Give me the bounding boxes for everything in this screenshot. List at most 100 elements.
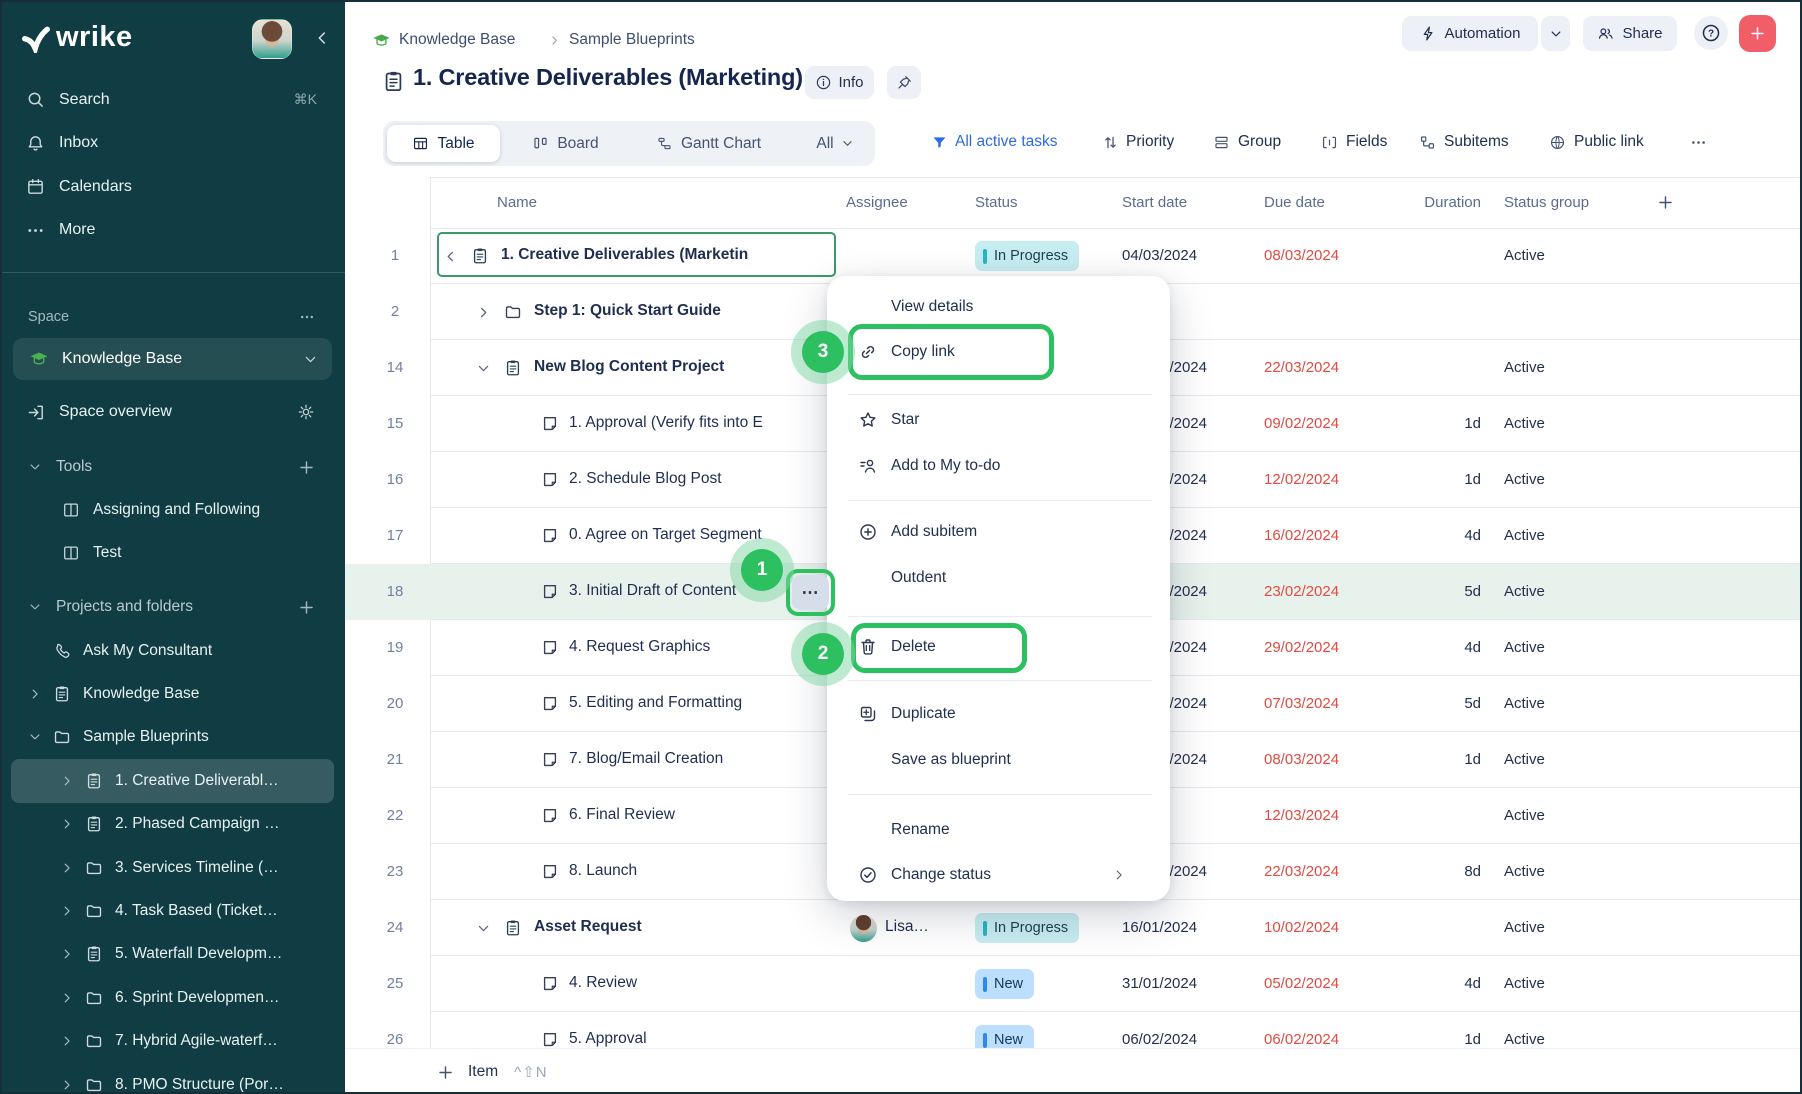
chevron-right-icon[interactable] <box>60 774 74 788</box>
sidebar-item-test[interactable]: Test <box>0 531 345 574</box>
sidebar-collapse-icon[interactable] <box>313 29 331 47</box>
sidebar-item-8-pmo-structure-por[interactable]: 8. PMO Structure (Por… <box>11 1063 334 1094</box>
sidebar-item-2-phased-campaign[interactable]: 2. Phased Campaign … <box>11 803 334 846</box>
filter-active-tasks[interactable]: All active tasks <box>955 133 1058 151</box>
column-header-start-date[interactable]: Start date <box>1122 194 1187 211</box>
tab-table[interactable]: Table <box>387 125 500 162</box>
assignee-avatar[interactable] <box>850 915 877 942</box>
menu-item-star[interactable]: Star <box>847 400 1156 440</box>
chevron-right-icon[interactable] <box>60 947 74 961</box>
subitems-control[interactable]: Subitems <box>1444 133 1509 151</box>
row-chevron-right-icon[interactable] <box>476 305 491 320</box>
fields-control[interactable]: Fields <box>1346 133 1387 151</box>
sidebar-item-inbox[interactable]: Inbox <box>0 122 345 166</box>
row-number: 14 <box>367 359 423 376</box>
table-row-25[interactable]: 254. ReviewNew31/01/202405/02/20244dActi… <box>345 956 1802 1012</box>
breadcrumb-folder[interactable]: Sample Blueprints <box>569 31 695 49</box>
row-chevron-down-icon[interactable] <box>476 361 491 376</box>
chevron-right-icon[interactable] <box>60 817 74 831</box>
column-header-due-date[interactable]: Due date <box>1264 194 1325 211</box>
user-avatar[interactable] <box>252 19 292 59</box>
tab-all-views[interactable]: All <box>801 125 869 162</box>
sidebar-item-more[interactable]: More <box>0 209 345 253</box>
space-selector[interactable]: Knowledge Base <box>13 338 332 380</box>
column-header-status[interactable]: Status <box>975 194 1018 211</box>
column-header-duration[interactable]: Duration <box>1385 194 1481 211</box>
pin-button[interactable] <box>887 66 921 99</box>
sidebar-item-6-sprint-developmen[interactable]: 6. Sprint Developmen… <box>11 976 334 1019</box>
chevron-right-icon[interactable] <box>60 991 74 1005</box>
menu-item-add-to-my-to-do[interactable]: Add to My to-do <box>847 446 1156 486</box>
sidebar-item-7-hybrid-agile-waterf[interactable]: 7. Hybrid Agile-waterf… <box>11 1020 334 1063</box>
duration-cell: 1d <box>1390 415 1481 432</box>
tab-gantt[interactable]: Gantt Chart <box>631 125 786 162</box>
sidebar-item-knowledge-base[interactable]: Knowledge Base <box>11 672 334 715</box>
group-control[interactable]: Group <box>1238 133 1281 151</box>
menu-item-label: Add to My to-do <box>891 457 1000 475</box>
tools-section-header[interactable]: Tools <box>0 447 345 487</box>
add-project-icon[interactable] <box>298 599 315 616</box>
sidebar-item-space-overview[interactable]: Space overview <box>0 392 345 432</box>
add-column-button[interactable] <box>1657 194 1674 211</box>
chevron-right-icon[interactable] <box>60 904 74 918</box>
chevron-right-icon[interactable] <box>60 861 74 875</box>
annotation-badge-3: 3 <box>802 331 844 373</box>
info-button[interactable]: Info <box>805 66 874 99</box>
menu-item-rename[interactable]: Rename <box>847 810 1156 850</box>
menu-item-change-status[interactable]: Change status <box>847 855 1156 895</box>
wrike-logo-text: wrike <box>56 21 133 54</box>
chevron-right-icon[interactable] <box>60 1034 74 1048</box>
folder-icon <box>504 303 522 321</box>
add-item-button[interactable]: Item <box>468 1063 498 1081</box>
row-chevron-left-icon[interactable] <box>443 249 458 264</box>
status-chip[interactable]: In Progress <box>975 913 1079 943</box>
menu-item-add-subitem[interactable]: Add subitem <box>847 512 1156 552</box>
create-new-button[interactable] <box>1739 15 1776 52</box>
status-chip[interactable]: In Progress <box>975 241 1079 271</box>
column-header-assignee[interactable]: Assignee <box>846 194 908 211</box>
toolbar-more-icon[interactable] <box>1690 134 1707 151</box>
column-header-name[interactable]: Name <box>497 194 537 211</box>
subitems-icon <box>1419 134 1436 151</box>
help-button[interactable]: ? <box>1694 16 1728 50</box>
sidebar-item-5-waterfall-developm[interactable]: 5. Waterfall Developm… <box>11 933 334 976</box>
public-link-control[interactable]: Public link <box>1574 133 1644 151</box>
projects-section-header[interactable]: Projects and folders <box>0 586 345 628</box>
due-date-cell: 08/03/2024 <box>1264 247 1339 264</box>
due-date-cell: 16/02/2024 <box>1264 527 1339 544</box>
status-chip[interactable]: New <box>975 969 1034 999</box>
project-icon <box>85 772 103 790</box>
due-date-cell: 09/02/2024 <box>1264 415 1339 432</box>
sidebar-item-4-task-based-ticket[interactable]: 4. Task Based (Ticket… <box>11 889 334 932</box>
start-date-cell: 31/01/2024 <box>1122 975 1207 992</box>
tab-board[interactable]: Board <box>513 125 618 162</box>
breadcrumb-space[interactable]: Knowledge Base <box>399 31 515 49</box>
sort-priority[interactable]: Priority <box>1126 133 1174 151</box>
gear-icon[interactable] <box>297 403 315 421</box>
sidebar-item-1-creative-deliverabl[interactable]: 1. Creative Deliverabl… <box>11 759 334 802</box>
automation-dropdown-button[interactable] <box>1541 16 1570 51</box>
task-name: 5. Approval <box>569 1030 647 1048</box>
chevron-right-icon[interactable] <box>28 687 42 701</box>
chevron-right-icon[interactable] <box>60 1078 74 1092</box>
space-more-icon[interactable] <box>299 309 315 325</box>
sidebar-item-ask-my-consultant[interactable]: Ask My Consultant <box>11 629 334 672</box>
table-row-24[interactable]: 24Asset RequestLisa…In Progress16/01/202… <box>345 900 1802 956</box>
due-date-cell: 29/02/2024 <box>1264 639 1339 656</box>
sidebar-item-calendars[interactable]: Calendars <box>0 165 345 209</box>
automation-button[interactable]: Automation <box>1402 16 1538 51</box>
chevron-down-icon[interactable] <box>28 730 42 744</box>
menu-item-label: View details <box>891 298 973 316</box>
sidebar-item-sample-blueprints[interactable]: Sample Blueprints <box>11 716 334 759</box>
sidebar-item-3-services-timeline[interactable]: 3. Services Timeline (… <box>11 846 334 889</box>
menu-item-save-as-blueprint[interactable]: Save as blueprint <box>847 740 1156 780</box>
sidebar-item-search[interactable]: Search⌘K <box>0 78 345 122</box>
menu-item-duplicate[interactable]: Duplicate <box>847 694 1156 734</box>
menu-item-outdent[interactable]: Outdent <box>847 558 1156 598</box>
share-button[interactable]: Share <box>1583 16 1677 51</box>
add-tool-icon[interactable] <box>298 459 315 476</box>
row-chevron-down-icon[interactable] <box>476 921 491 936</box>
column-header-status-group[interactable]: Status group <box>1504 194 1589 211</box>
sidebar-item-assigning-and-following[interactable]: Assigning and Following <box>0 488 345 531</box>
menu-item-view-details[interactable]: View details <box>847 287 1156 327</box>
